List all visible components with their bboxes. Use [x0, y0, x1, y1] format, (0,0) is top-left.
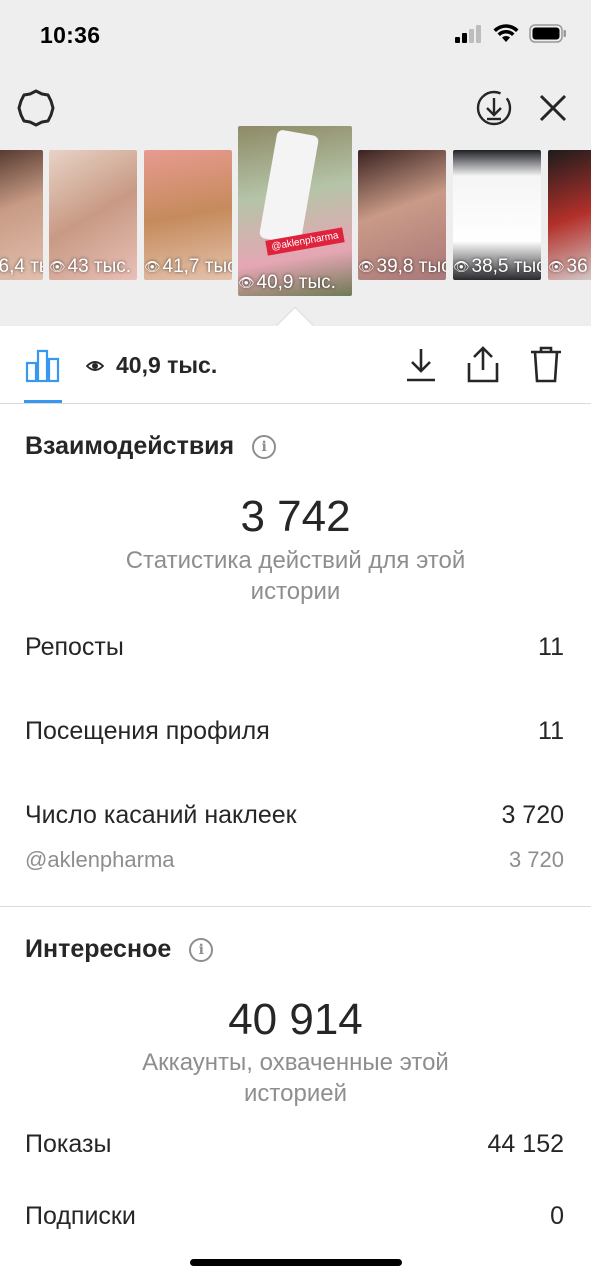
status-bar: 10:36: [0, 0, 591, 70]
gear-icon: [17, 89, 55, 127]
discovery-title-text: Интересное: [25, 935, 172, 963]
settings-button[interactable]: [16, 88, 56, 128]
story-thumbnail[interactable]: 👁 36: [548, 150, 591, 280]
home-indicator[interactable]: [190, 1259, 402, 1266]
views-summary: 40,9 тыс.: [86, 352, 217, 379]
close-button[interactable]: [533, 88, 573, 128]
interactions-title: Взаимодействия i: [25, 432, 277, 461]
metric-value: 3 720: [501, 801, 564, 829]
download-story-button[interactable]: [474, 88, 514, 128]
section-divider: [0, 906, 591, 907]
metric-label: @aklenpharma: [25, 847, 175, 872]
save-button[interactable]: [402, 346, 440, 384]
battery-icon: [529, 24, 566, 43]
status-icons: [455, 24, 567, 43]
metric-label: Посещения профиля: [25, 717, 270, 745]
discovery-subtitle: Аккаунты, охваченные этой историей: [142, 1049, 449, 1107]
metric-value: 11: [538, 717, 564, 745]
trash-icon: [531, 346, 561, 383]
info-icon[interactable]: i: [252, 434, 277, 459]
discovery-title: Интересное i: [25, 935, 214, 964]
story-thumbnails: 👁6,4 тыс. 👁43 тыс. 👁41,7 тыс. @aklenphar…: [0, 126, 591, 304]
story-views-label: 👁 43 тыс.: [49, 256, 132, 277]
share-button[interactable]: [464, 344, 502, 384]
metric-label: Число касаний наклеек: [25, 801, 297, 829]
close-icon: [539, 94, 567, 122]
story-preview-area: 👁6,4 тыс. 👁43 тыс. 👁41,7 тыс. @aklenphar…: [0, 70, 591, 326]
views-count: 40,9 тыс.: [116, 352, 218, 378]
story-views-label: 👁39,8 тыс.: [358, 256, 446, 277]
delete-button[interactable]: [527, 344, 565, 384]
metric-label: Подписки: [25, 1202, 136, 1230]
metric-value: 0: [550, 1202, 564, 1230]
bar-chart-icon: [25, 349, 60, 383]
metric-value: 3 720: [508, 847, 564, 872]
wifi-icon: [493, 24, 519, 42]
product-tube-image: [258, 129, 320, 245]
story-thumbnail[interactable]: 👁6,4 тыс.: [0, 150, 43, 280]
story-thumbnail[interactable]: 👁41,7 тыс.: [144, 150, 232, 280]
metric-row-reposts: Репосты 11: [25, 633, 564, 662]
story-views-label: 👁6,4 тыс.: [0, 256, 43, 277]
cellular-signal-icon: [455, 24, 481, 43]
eye-icon: [86, 360, 104, 371]
story-thumbnail[interactable]: 👁 43 тыс.: [49, 150, 137, 280]
info-icon[interactable]: i: [189, 937, 214, 962]
interactions-subtitle: Статистика действий для этой истории: [125, 547, 466, 605]
metric-row-follows: Подписки 0: [25, 1202, 564, 1231]
metric-label: Показы: [25, 1130, 112, 1158]
metric-row-sticker-mention[interactable]: @aklenpharma 3 720: [25, 847, 564, 873]
metric-row-sticker-taps: Число касаний наклеек 3 720: [25, 801, 564, 830]
interactions-title-text: Взаимодействия: [25, 432, 235, 460]
active-tab-indicator: [24, 400, 62, 403]
story-thumbnail[interactable]: 👁39,8 тыс.: [358, 150, 446, 280]
story-thumbnail[interactable]: 👁38,5 тыс.: [453, 150, 541, 280]
download-icon: [407, 349, 435, 382]
story-views-label: 👁 36: [548, 256, 588, 277]
story-views-label: 👁 40,9 тыс.: [238, 272, 336, 293]
story-views-label: 👁38,5 тыс.: [453, 256, 541, 277]
tab-insights[interactable]: [24, 346, 62, 384]
download-circle-icon: [476, 90, 512, 126]
insights-toolbar: 40,9 тыс.: [0, 326, 591, 404]
story-views-label: 👁41,7 тыс.: [144, 256, 232, 277]
metric-label: Репосты: [25, 633, 124, 661]
metric-row-profile-visits: Посещения профиля 11: [25, 717, 564, 746]
share-icon: [467, 346, 499, 383]
discovery-total: 40 914: [228, 995, 363, 1044]
status-time: 10:36: [40, 22, 101, 48]
interactions-total: 3 742: [240, 492, 351, 541]
metric-value: 44 152: [487, 1130, 564, 1158]
metric-row-impressions: Показы 44 152: [25, 1130, 564, 1159]
story-thumbnail-selected[interactable]: @aklenpharma 👁 40,9 тыс.: [238, 126, 352, 296]
metric-value: 11: [538, 633, 564, 661]
